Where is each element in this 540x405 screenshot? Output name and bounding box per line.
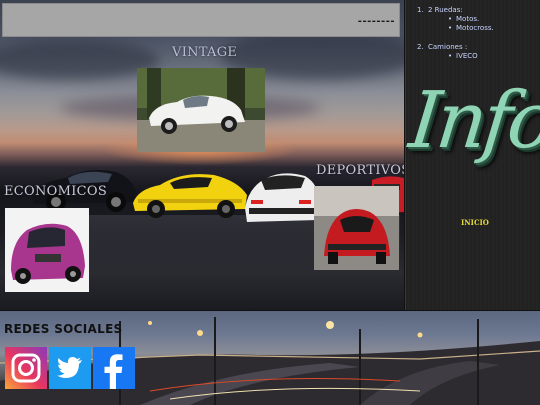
category-title: Camiones : xyxy=(428,43,468,51)
list-item-motos[interactable]: Motos. xyxy=(418,15,540,24)
economic-car-image[interactable] xyxy=(5,208,89,292)
header-dashes: -------- xyxy=(357,16,395,27)
section-economicos-label[interactable]: ECONOMICOS xyxy=(4,184,107,199)
twitter-icon[interactable] xyxy=(49,347,91,389)
facebook-icon[interactable] xyxy=(93,347,135,389)
white-lamborghini xyxy=(245,173,320,222)
hero-banner: -------- VINTAGE DEPORTIVOS ECONOMICOS xyxy=(0,0,404,310)
header-bar: -------- xyxy=(2,3,400,37)
category-number: 1. xyxy=(417,6,424,14)
category-list: 1. 2 Ruedas: Motos. Motocross. 2. Camion… xyxy=(406,6,540,71)
category-camiones: 2. Camiones : IVECO xyxy=(406,43,540,61)
info-logo: Info xyxy=(405,76,540,166)
category-title: 2 Ruedas: xyxy=(428,6,463,14)
category-2-ruedas: 1. 2 Ruedas: Motos. Motocross. xyxy=(406,6,540,33)
yellow-ferrari xyxy=(133,174,247,218)
section-deportivos-label[interactable]: DEPORTIVOS xyxy=(316,163,404,178)
instagram-icon[interactable] xyxy=(5,347,47,389)
list-item-motocross[interactable]: Motocross. xyxy=(418,24,540,33)
category-number: 2. xyxy=(417,43,424,51)
sports-car-image[interactable] xyxy=(314,186,399,270)
list-item-iveco[interactable]: IVECO xyxy=(418,52,540,61)
section-vintage-label[interactable]: VINTAGE xyxy=(172,45,237,60)
sky-cloud xyxy=(0,40,160,80)
vintage-car-image[interactable] xyxy=(137,68,265,152)
redes-sociales-title: REDES SOCIALES xyxy=(4,322,123,336)
inicio-link[interactable]: INICIO xyxy=(461,218,489,227)
side-panel: 1. 2 Ruedas: Motos. Motocross. 2. Camion… xyxy=(405,0,540,310)
footer: REDES SOCIALES xyxy=(0,311,540,405)
